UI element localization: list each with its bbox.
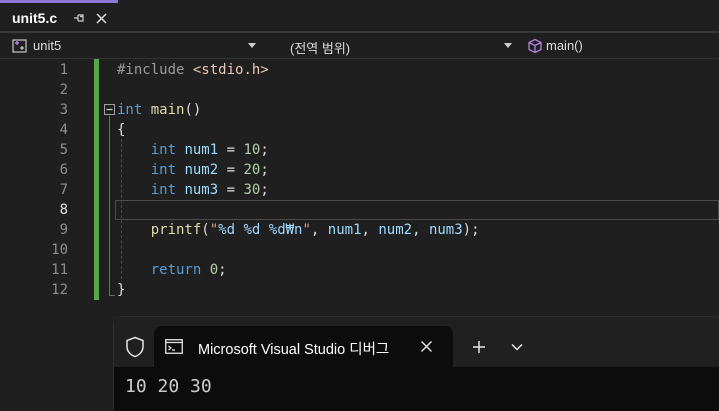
punctuation: ,	[310, 222, 328, 238]
keyword: return	[150, 262, 202, 278]
line-number: 12	[51, 282, 68, 298]
new-tab-plus-icon[interactable]	[472, 340, 486, 354]
punctuation: ,	[361, 222, 379, 238]
fold-line	[109, 116, 110, 295]
brace: {	[117, 122, 126, 138]
identifier: num1	[327, 222, 362, 238]
debug-console-window: Microsoft Visual Studio 디버그 10 20 30	[113, 316, 719, 411]
project-dropdown-label: unit5	[33, 38, 62, 53]
punctuation: ;	[260, 142, 269, 158]
include-header: <stdio.h>	[192, 62, 269, 78]
console-tab[interactable]: Microsoft Visual Studio 디버그	[154, 326, 453, 367]
code-line: int num1 = 10;	[117, 140, 269, 160]
scope-dropdown[interactable]: (전역 범위)	[270, 34, 518, 59]
format-specifier: %d	[268, 222, 286, 238]
fold-end	[109, 295, 115, 296]
change-tracking-bar	[94, 59, 99, 300]
scope-dropdown-label: (전역 범위)	[290, 41, 351, 56]
operator: =	[218, 162, 244, 178]
brace: }	[117, 282, 126, 298]
member-dropdown-label: main()	[546, 38, 583, 53]
string-quote: "	[302, 222, 311, 238]
chevron-down-icon	[248, 43, 256, 48]
keyword: int	[150, 162, 177, 178]
line-number: 3	[59, 102, 68, 118]
close-icon[interactable]	[95, 12, 108, 25]
console-titlebar: Microsoft Visual Studio 디버그	[114, 317, 719, 367]
navigation-bar: unit5 (전역 범위) main()	[0, 34, 719, 59]
current-line-highlight	[115, 200, 719, 220]
code-line: int num3 = 30;	[117, 180, 269, 200]
line-number: 1	[59, 62, 68, 78]
code-line: #include <stdio.h>	[117, 60, 269, 80]
string-quote: "	[209, 222, 219, 238]
collapse-icon[interactable]	[104, 104, 115, 115]
keyword: int	[150, 182, 177, 198]
number: 10	[243, 142, 261, 158]
punctuation: ;	[218, 262, 227, 278]
preprocessor-directive: #include	[117, 62, 185, 78]
document-tab-strip: unit5.c	[0, 0, 719, 34]
punctuation: ;	[260, 182, 269, 198]
shield-icon[interactable]	[125, 336, 145, 358]
chevron-down-icon[interactable]	[511, 343, 523, 351]
number: 30	[243, 182, 261, 198]
function-name: printf	[150, 222, 202, 238]
function-name: main	[150, 102, 185, 118]
punctuation: ,	[412, 222, 429, 238]
code-line: int num2 = 20;	[117, 160, 269, 180]
string-space	[260, 222, 268, 238]
identifier: num1	[184, 142, 219, 158]
ide-window: unit5.c unit5 (전역 범위) main() 1 2 3 4 5 6…	[0, 0, 719, 411]
line-number: 11	[51, 262, 68, 278]
code-line: printf("%d %d %d₩n", num1, num2, num3);	[117, 220, 480, 240]
identifier: num2	[378, 222, 413, 238]
punctuation: ()	[184, 102, 202, 118]
identifier: num3	[428, 222, 463, 238]
format-specifier: %d	[243, 222, 261, 238]
member-dropdown[interactable]: main()	[524, 34, 719, 59]
keyword: int	[150, 142, 177, 158]
line-number: 5	[59, 142, 68, 158]
code-line: return 0;	[117, 260, 227, 280]
close-icon[interactable]	[420, 340, 433, 353]
line-number: 4	[59, 122, 68, 138]
format-specifier: %d	[218, 222, 236, 238]
console-output: 10 20 30	[125, 376, 212, 397]
document-tab[interactable]: unit5.c	[0, 0, 118, 34]
keyword: int	[117, 102, 143, 118]
number: 20	[243, 162, 261, 178]
line-number: 2	[59, 82, 68, 98]
punctuation: (	[201, 222, 210, 238]
terminal-icon	[165, 339, 183, 354]
identifier: num2	[184, 162, 219, 178]
number: 0	[209, 262, 219, 278]
document-tab-title: unit5.c	[12, 10, 58, 26]
line-number: 6	[59, 162, 68, 178]
line-number: 9	[59, 222, 68, 238]
operator: =	[218, 182, 244, 198]
code-line: {	[117, 120, 125, 140]
code-line: int main()	[117, 100, 201, 120]
identifier: num3	[184, 182, 219, 198]
console-tab-title: Microsoft Visual Studio 디버그	[198, 342, 390, 358]
code-line: }	[117, 280, 125, 300]
line-number-current: 8	[59, 202, 68, 218]
line-number: 10	[51, 242, 68, 258]
line-number: 7	[59, 182, 68, 198]
chevron-down-icon	[504, 43, 512, 48]
project-dropdown[interactable]: unit5	[8, 34, 262, 59]
escape-sequence: ₩n	[285, 222, 303, 238]
pin-icon[interactable]	[72, 11, 86, 25]
cube-icon	[528, 38, 542, 54]
project-icon	[12, 39, 27, 53]
operator: =	[218, 142, 244, 158]
punctuation: ;	[260, 162, 269, 178]
tab-underline	[0, 31, 719, 33]
punctuation: );	[462, 222, 480, 238]
